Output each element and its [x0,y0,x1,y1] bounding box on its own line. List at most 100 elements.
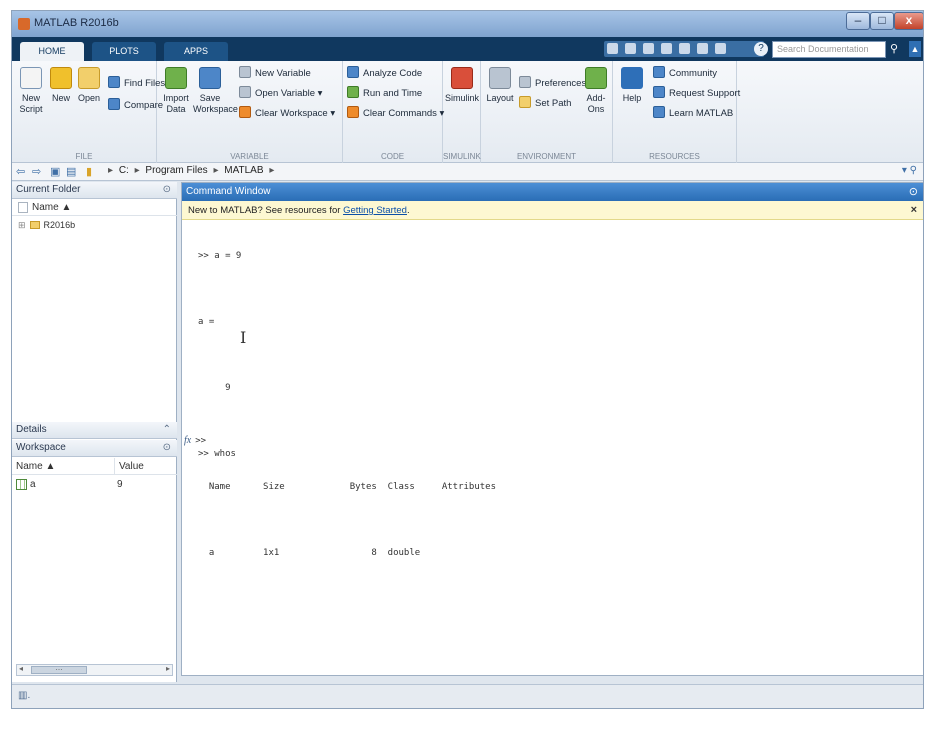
run-and-time-button[interactable]: Run and Time [347,85,422,103]
simulink-icon [451,67,473,89]
open-folder-icon [78,67,100,89]
quick-access-icon[interactable] [607,43,618,54]
prompt-symbol: >> [195,436,207,446]
select-all-checkbox[interactable] [18,202,28,213]
workspace-column-header: Name ▲ Value [12,458,177,475]
open-variable-button[interactable]: Open Variable ▾ [239,85,322,103]
folder-icon [29,221,40,229]
variable-group: Import Data Save Workspace New Variable … [157,61,343,163]
open-button[interactable]: Open [72,67,106,104]
panel-actions-icon[interactable]: ⊙ [163,440,171,456]
getting-started-link[interactable]: Getting Started [343,205,407,216]
analyze-code-button[interactable]: Analyze Code [347,65,422,83]
breadcrumb-item[interactable]: Program Files [145,165,207,176]
name-column-header[interactable]: Name ▲ [16,458,55,475]
chevron-up-icon[interactable]: ⌃ [163,422,171,438]
breadcrumb-item[interactable]: MATLAB [224,165,263,176]
variable-value: 9 [117,479,123,490]
scroll-right-icon[interactable]: ▸ [166,664,170,673]
quick-access-icon[interactable] [679,43,691,54]
forward-arrow-icon[interactable]: ⇨ [32,165,41,178]
new-script-icon [20,67,42,89]
import-data-icon [165,67,187,89]
toolstrip-tabs: HOME PLOTS APPS ? Search Documentation ⚲… [12,37,923,61]
status-menu-icon[interactable]: ▥. [18,690,30,701]
request-support-label: Request Support [669,88,741,99]
new-variable-button[interactable]: New Variable [239,65,311,83]
set-path-button[interactable]: Set Path [519,95,571,113]
clear-workspace-button[interactable]: Clear Workspace ▾ [239,105,335,123]
collapse-toolstrip-icon[interactable]: ▲ [909,41,921,57]
import-data-button[interactable]: Import Data [159,67,193,115]
close-button[interactable]: x [894,12,923,30]
banner-text: New to MATLAB? See resources for [188,205,344,216]
quick-access-icon[interactable] [643,43,655,54]
quick-access-icon[interactable] [661,43,673,54]
maximize-button[interactable]: □ [870,12,894,30]
preferences-button[interactable]: Preferences [519,75,586,93]
community-button[interactable]: Community [653,65,717,83]
help-icon[interactable]: ? [754,42,768,56]
tab-apps[interactable]: APPS [164,42,228,61]
search-documentation-input[interactable]: Search Documentation [772,41,886,58]
scroll-thumb[interactable]: ⋯ [31,666,87,674]
learn-matlab-button[interactable]: Learn MATLAB [653,105,733,123]
quick-access-icon[interactable] [697,43,709,54]
folder-name: R2016b [43,220,76,230]
horizontal-scrollbar[interactable]: ◂ ⋯ ▸ [16,664,173,676]
quick-access-icon[interactable] [625,43,637,54]
console-line: a = [198,317,215,327]
console-line: >> a = 9 [198,251,242,261]
ribbon: New Script New Open Find Files Compare F… [12,61,923,163]
new-script-button[interactable]: New Script [14,67,48,115]
command-prompt[interactable]: fx >> [184,435,206,446]
folder-search-icon[interactable]: ▾ ⚲ [902,165,917,176]
expand-icon[interactable]: ⊞ [18,220,26,230]
command-window[interactable]: Command Window ⊙ New to MATLAB? See reso… [181,182,923,676]
community-label: Community [669,68,718,79]
current-folder-column-header[interactable]: Name ▲ [12,199,177,216]
matlab-window: MATLAB R2016b – □ x HOME PLOTS APPS ? Se… [11,10,924,709]
help-button[interactable]: Help [615,67,649,104]
console-output: >> a = 9 a = 9 >> whos Name Size Bytes C… [198,229,898,614]
quick-access-icon[interactable] [715,43,727,54]
back-arrow-icon[interactable]: ⇦ [16,165,25,178]
breadcrumb[interactable]: ▸ C: ▸ Program Files ▸ MATLAB ▸ [108,165,277,176]
layout-button[interactable]: Layout [483,67,517,104]
panel-actions-icon[interactable]: ⊙ [909,183,918,201]
workspace-variable-row[interactable]: a 9 [12,477,177,492]
tab-home[interactable]: HOME [20,42,84,61]
panel-actions-icon[interactable]: ⊙ [163,182,171,198]
up-folder-icon[interactable]: ▣ [50,165,60,178]
simulink-button[interactable]: Simulink [445,67,479,104]
browse-folder-icon[interactable]: ▤ [66,165,76,178]
code-group: Analyze Code Run and Time Clear Commands… [343,61,444,163]
add-ons-button[interactable]: Add-Ons [579,67,613,115]
current-folder-title: Current Folder ⊙ [12,182,177,199]
compare-button[interactable]: Compare [108,97,163,115]
matlab-logo-icon [18,18,30,30]
function-browser-icon[interactable]: fx [184,435,191,446]
close-banner-icon[interactable]: × [911,201,917,220]
request-support-button[interactable]: Request Support [653,85,740,103]
set-path-label: Set Path [535,98,572,109]
new-label: New [51,93,70,103]
import-data-label: Import Data [163,93,189,114]
variable-group-label: VARIABLE [230,152,269,161]
breadcrumb-item[interactable]: C: [119,165,129,176]
search-icon[interactable]: ⚲ [890,42,898,55]
clear-commands-button[interactable]: Clear Commands ▾ [347,105,444,123]
save-workspace-button[interactable]: Save Workspace [193,67,238,115]
details-panel-title[interactable]: Details ⌃ [12,422,177,439]
minimize-button[interactable]: – [846,12,870,30]
folder-list-item[interactable]: ⊞ R2016b [12,218,177,233]
tab-plots[interactable]: PLOTS [92,42,156,61]
save-workspace-label: Save Workspace [193,93,238,114]
file-group-label: FILE [75,152,93,161]
value-column-header[interactable]: Value [114,458,144,475]
scroll-left-icon[interactable]: ◂ [19,664,23,673]
folder-icon: ▮ [86,166,93,178]
